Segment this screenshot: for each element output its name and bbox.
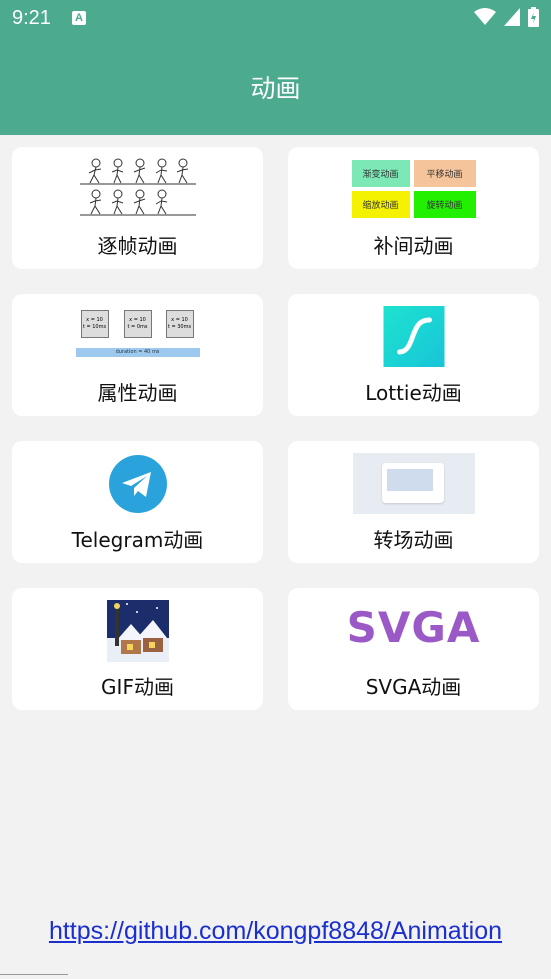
property-animation-icon: x = 10 t = 10ms x = 10 t = 0ms x = 10 t …: [75, 310, 200, 358]
card-transition-animation[interactable]: 转场动画: [288, 441, 539, 563]
tween-tag-alpha: 渐变动画: [351, 160, 410, 187]
status-bar: 9:21 A: [0, 0, 551, 38]
animation-grid: 逐帧动画 渐变动画 平移动画 缩放动画 旋转动画 补间动画 x = 10 t =…: [12, 147, 539, 710]
card-label: GIF动画: [101, 675, 174, 699]
property-duration-bar: duration = 40 ms: [75, 348, 200, 357]
property-box: x = 10 t = 30ms: [165, 310, 194, 338]
divider: [0, 974, 68, 975]
transition-window-icon: [352, 453, 475, 514]
svga-logo-icon: SVGA: [346, 603, 481, 652]
telegram-icon: [108, 455, 167, 513]
status-icons: [474, 7, 539, 27]
wifi-icon: [474, 8, 496, 25]
card-telegram-animation[interactable]: Telegram动画: [12, 441, 263, 563]
card-svga-animation[interactable]: SVGA SVGA动画: [288, 588, 539, 710]
gif-winter-scene-icon: [106, 600, 169, 662]
card-label: 属性动画: [97, 381, 178, 405]
card-lottie-animation[interactable]: Lottie动画: [288, 294, 539, 416]
property-box: x = 10 t = 0ms: [123, 310, 152, 338]
signal-icon: [504, 8, 520, 26]
card-frame-animation[interactable]: 逐帧动画: [12, 147, 263, 269]
page-title: 动画: [250, 73, 301, 103]
card-label: 补间动画: [373, 234, 454, 258]
tween-tag-translate: 平移动画: [413, 160, 476, 187]
card-gif-animation[interactable]: GIF动画: [12, 588, 263, 710]
card-label: SVGA动画: [365, 675, 462, 699]
app-bar: 动画: [0, 38, 551, 135]
property-box: x = 10 t = 10ms: [80, 310, 109, 338]
card-label: Telegram动画: [71, 528, 204, 552]
notification-icon: A: [72, 11, 86, 25]
github-link[interactable]: https://github.com/kongpf8848/Animation: [0, 917, 551, 946]
lottie-icon: [383, 306, 444, 367]
card-label: Lottie动画: [365, 381, 462, 405]
card-label: 转场动画: [373, 528, 454, 552]
card-label: 逐帧动画: [97, 234, 178, 258]
tween-animation-icon: 渐变动画 平移动画 缩放动画 旋转动画: [351, 160, 476, 218]
card-property-animation[interactable]: x = 10 t = 10ms x = 10 t = 0ms x = 10 t …: [12, 294, 263, 416]
battery-icon: [528, 7, 539, 27]
status-time: 9:21: [12, 7, 51, 29]
tween-tag-rotate: 旋转动画: [413, 191, 476, 218]
tween-tag-scale: 缩放动画: [351, 191, 410, 218]
frame-animation-icon: [77, 155, 198, 217]
card-tween-animation[interactable]: 渐变动画 平移动画 缩放动画 旋转动画 补间动画: [288, 147, 539, 269]
